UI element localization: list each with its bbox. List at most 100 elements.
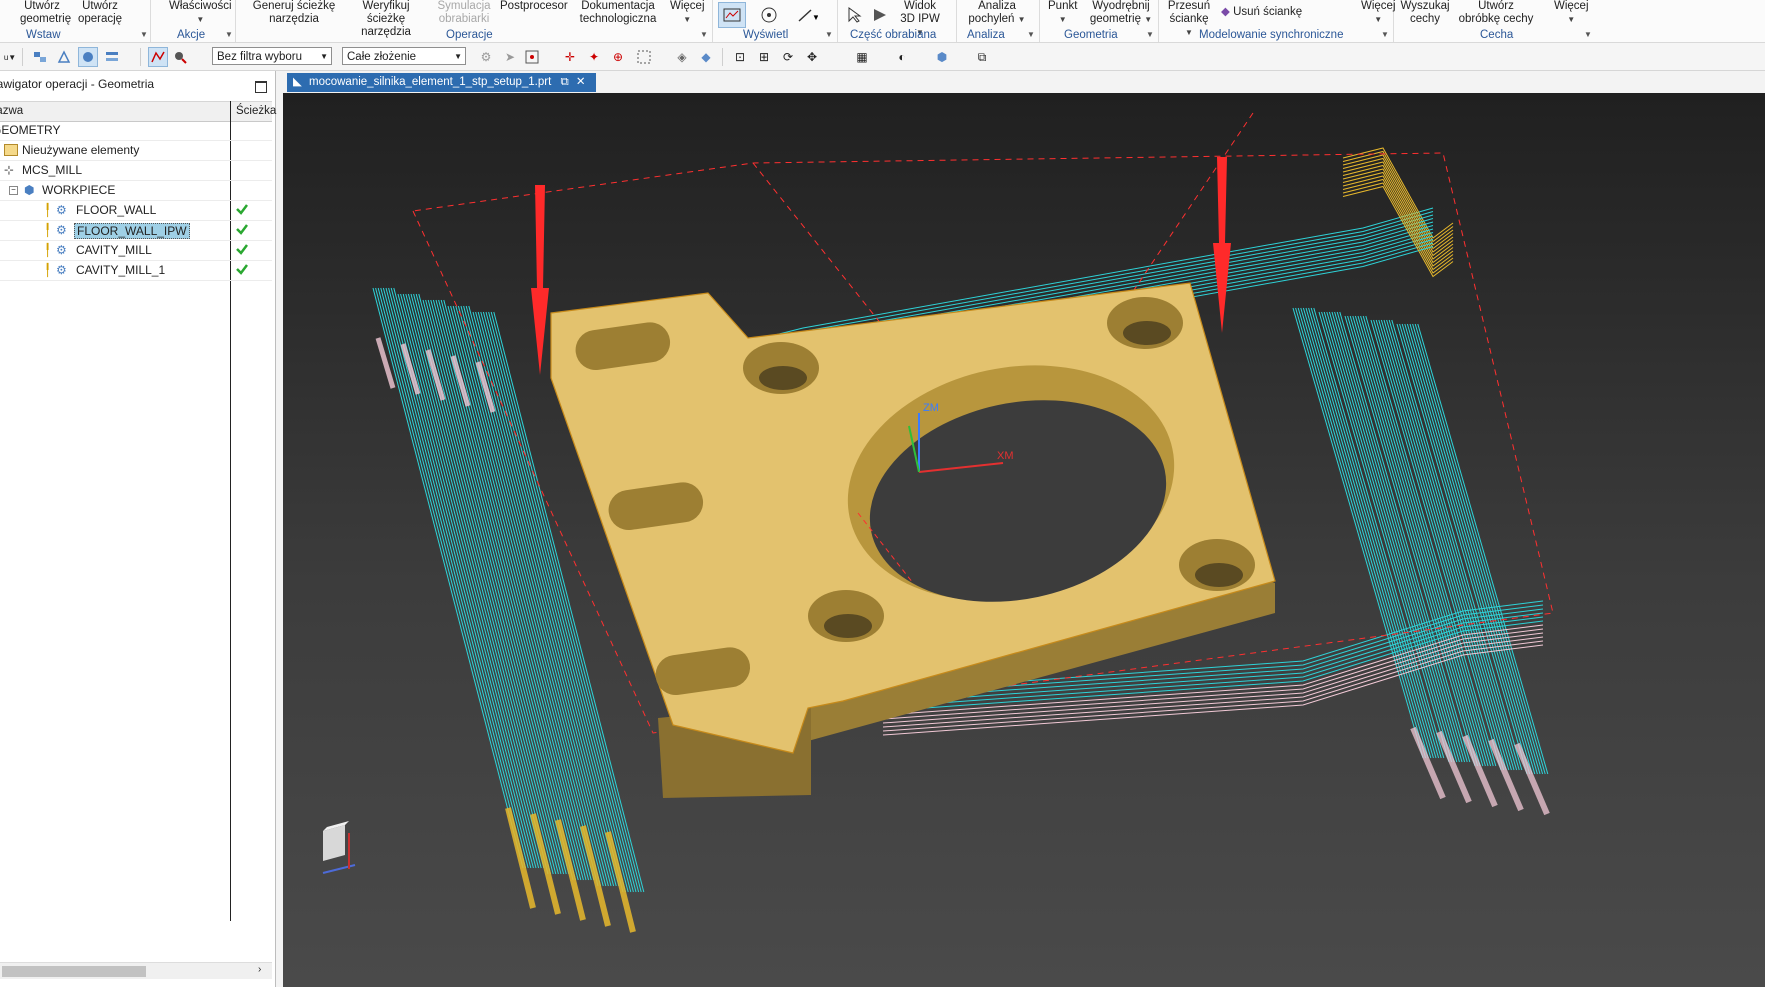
tree-row-floor-wall-ipw[interactable]: ╿ ⚙ FLOOR_WALL_IPW <box>0 221 272 241</box>
tool-filter-icon[interactable] <box>170 47 190 67</box>
check-icon <box>235 202 249 219</box>
more-sync-button[interactable]: Więcej ▼ <box>1361 0 1396 26</box>
delete-face-icon: ◆ <box>1221 6 1230 18</box>
graphics-viewport[interactable]: ZM XM <box>283 93 1765 987</box>
cursor-icon[interactable] <box>840 2 868 28</box>
toolpath-line <box>1406 323 1538 775</box>
machine-simulation-button[interactable]: Symulacja obrabiarki <box>434 0 494 26</box>
menu-dropdown-icon[interactable]: u▼ <box>0 47 20 67</box>
method-view-icon[interactable] <box>102 47 122 67</box>
draft-analysis-button[interactable]: Analiza pochyleń ▼ <box>967 0 1027 26</box>
selection-filter-select[interactable]: Bez filtra wyboru ▼ <box>212 47 332 65</box>
cam-scene[interactable]: ZM XM <box>283 93 1765 987</box>
snap-vertex-icon[interactable]: ✦ <box>584 47 604 67</box>
ribbon-group-label: Cecha <box>1480 29 1514 41</box>
toolpath-line <box>1383 319 1515 771</box>
pan-icon[interactable]: ✥ <box>802 47 822 67</box>
tree-row-unused[interactable]: Nieużywane elementy <box>0 141 272 161</box>
program-view-icon[interactable] <box>30 47 50 67</box>
navigator-title: Nawigator operacji - Geometria <box>0 77 155 91</box>
select-box-icon[interactable] <box>522 47 542 67</box>
chevron-down-icon[interactable]: ▼ <box>825 30 833 39</box>
ribbon-group-label: Akcje <box>177 29 206 41</box>
chevron-down-icon[interactable]: ▼ <box>700 30 708 39</box>
more-feature-button[interactable]: Więcej ▼ <box>1554 0 1589 26</box>
column-name-header[interactable]: Nazwa <box>0 105 23 117</box>
toolpath-line <box>1412 323 1544 775</box>
document-tab[interactable]: ◣ mocowanie_silnika_element_1_stp_setup_… <box>287 73 596 92</box>
ipw-icon[interactable] <box>866 2 894 28</box>
fit-view-icon[interactable]: ⊡ <box>730 47 750 67</box>
line-tool-icon[interactable]: ▼ <box>793 2 821 28</box>
properties-button[interactable]: Właściwości ▼ <box>169 0 232 26</box>
generate-toolpath-button[interactable]: Generuj ścieżkę narzędzia <box>252 0 336 26</box>
scrollbar-thumb[interactable] <box>2 966 146 977</box>
popout-icon[interactable]: ⧉ <box>561 76 569 88</box>
snap-gear-icon[interactable]: ⚙ <box>476 47 496 67</box>
toolpath-line <box>1297 307 1429 759</box>
create-geometry-button[interactable]: Utwórz geometrię <box>20 0 71 26</box>
tree-row-cavity-mill-1[interactable]: ╿ ⚙ CAVITY_MILL_1 <box>0 261 272 281</box>
view-box-icon[interactable]: ◈ <box>672 47 692 67</box>
render-style-icon[interactable]: ◐ <box>892 47 912 67</box>
tree-row-floor-wall[interactable]: ╿ ⚙ FLOOR_WALL <box>0 201 272 221</box>
toolpath-line <box>1334 311 1466 763</box>
scroll-right-icon[interactable]: › <box>258 964 261 975</box>
selection-scope-select[interactable]: Całe złożenie ▼ <box>342 47 466 65</box>
view-cube-icon[interactable]: ◆ <box>696 47 716 67</box>
part-file-icon: ◣ <box>293 76 302 88</box>
maximize-icon[interactable] <box>255 81 267 93</box>
rotate-icon[interactable]: ⟳ <box>778 47 798 67</box>
toolpath-filter-icon[interactable] <box>148 47 168 67</box>
extract-geometry-button[interactable]: Wyodrębnij geometrię ▼ <box>1088 0 1154 26</box>
machine-tool-view-icon[interactable] <box>54 47 74 67</box>
toolpath-line <box>1313 307 1445 759</box>
toolpath-line <box>1388 319 1520 771</box>
operation-icon: ⚙ <box>56 263 67 277</box>
column-path-header[interactable]: Ścieżka <box>236 105 276 117</box>
lock-key-icon: ╿ <box>44 263 52 277</box>
orient-view-icon[interactable]: ⬢ <box>932 47 952 67</box>
chevron-down-icon[interactable]: ▼ <box>140 30 148 39</box>
collapse-toggle-icon[interactable]: − <box>9 186 18 195</box>
display-toolpath-icon[interactable] <box>718 2 746 28</box>
point-button[interactable]: Punkt ▼ <box>1048 0 1077 26</box>
more-operations-button[interactable]: Więcej ▼ <box>670 0 705 26</box>
chevron-down-icon[interactable]: ▼ <box>1146 30 1154 39</box>
layout-icon[interactable]: ▦ <box>852 47 872 67</box>
tree-row-mcs[interactable]: ⊹ MCS_MILL <box>0 161 272 181</box>
close-icon[interactable]: ✕ <box>576 76 586 88</box>
toolpath-line <box>1305 307 1437 759</box>
chevron-down-icon[interactable]: ▼ <box>1027 30 1035 39</box>
window-select-icon[interactable] <box>634 47 654 67</box>
tree-row-geometry[interactable]: GEOMETRY <box>0 121 272 141</box>
ribbon-group-modelowanie: Przesuń ściankę ▼ ◆ Usuń ściankę Więcej ▼… <box>1159 0 1396 42</box>
zoom-icon[interactable]: ⊞ <box>754 47 774 67</box>
toolpath-line <box>1326 311 1458 763</box>
verify-toolpath-button[interactable]: Weryfikuj ścieżkę narzędzia <box>342 0 430 39</box>
find-features-button[interactable]: Wyszukaj cechy <box>1400 0 1450 26</box>
tree-row-cavity-mill[interactable]: ╿ ⚙ CAVITY_MILL <box>0 241 272 261</box>
x-axis-label: XM <box>997 450 1014 462</box>
snap-point-icon[interactable]: ✛ <box>560 47 580 67</box>
shop-documentation-button[interactable]: Dokumentacja technologiczna <box>576 0 660 26</box>
chevron-down-icon[interactable]: ▼ <box>1381 30 1389 39</box>
svg-text:▼: ▼ <box>812 13 818 22</box>
chevron-down-icon[interactable]: ▼ <box>225 30 233 39</box>
snap-arrow-icon[interactable]: ➤ <box>500 47 520 67</box>
geometry-view-icon[interactable] <box>78 47 98 67</box>
toolpath-line <box>1386 319 1518 771</box>
divider <box>22 48 23 66</box>
chevron-down-icon[interactable]: ▼ <box>1584 30 1592 39</box>
horizontal-scrollbar[interactable]: › <box>0 962 272 979</box>
create-feature-process-button[interactable]: Utwórz obróbkę cechy <box>1456 0 1536 26</box>
clip-icon[interactable]: ⧉ <box>972 47 992 67</box>
snap-center-icon[interactable]: ⊕ <box>608 47 628 67</box>
create-operation-button[interactable]: Utwórz operację <box>76 0 124 26</box>
view-triad-icon[interactable] <box>322 821 356 874</box>
delete-face-button[interactable]: ◆ Usuń ściankę <box>1221 6 1302 19</box>
postprocessor-button[interactable]: Postprocesor <box>500 0 568 13</box>
circle-target-icon[interactable] <box>755 2 783 28</box>
toolpath-line <box>1328 311 1460 763</box>
tree-row-workpiece[interactable]: − ⬢ WORKPIECE <box>0 181 272 201</box>
